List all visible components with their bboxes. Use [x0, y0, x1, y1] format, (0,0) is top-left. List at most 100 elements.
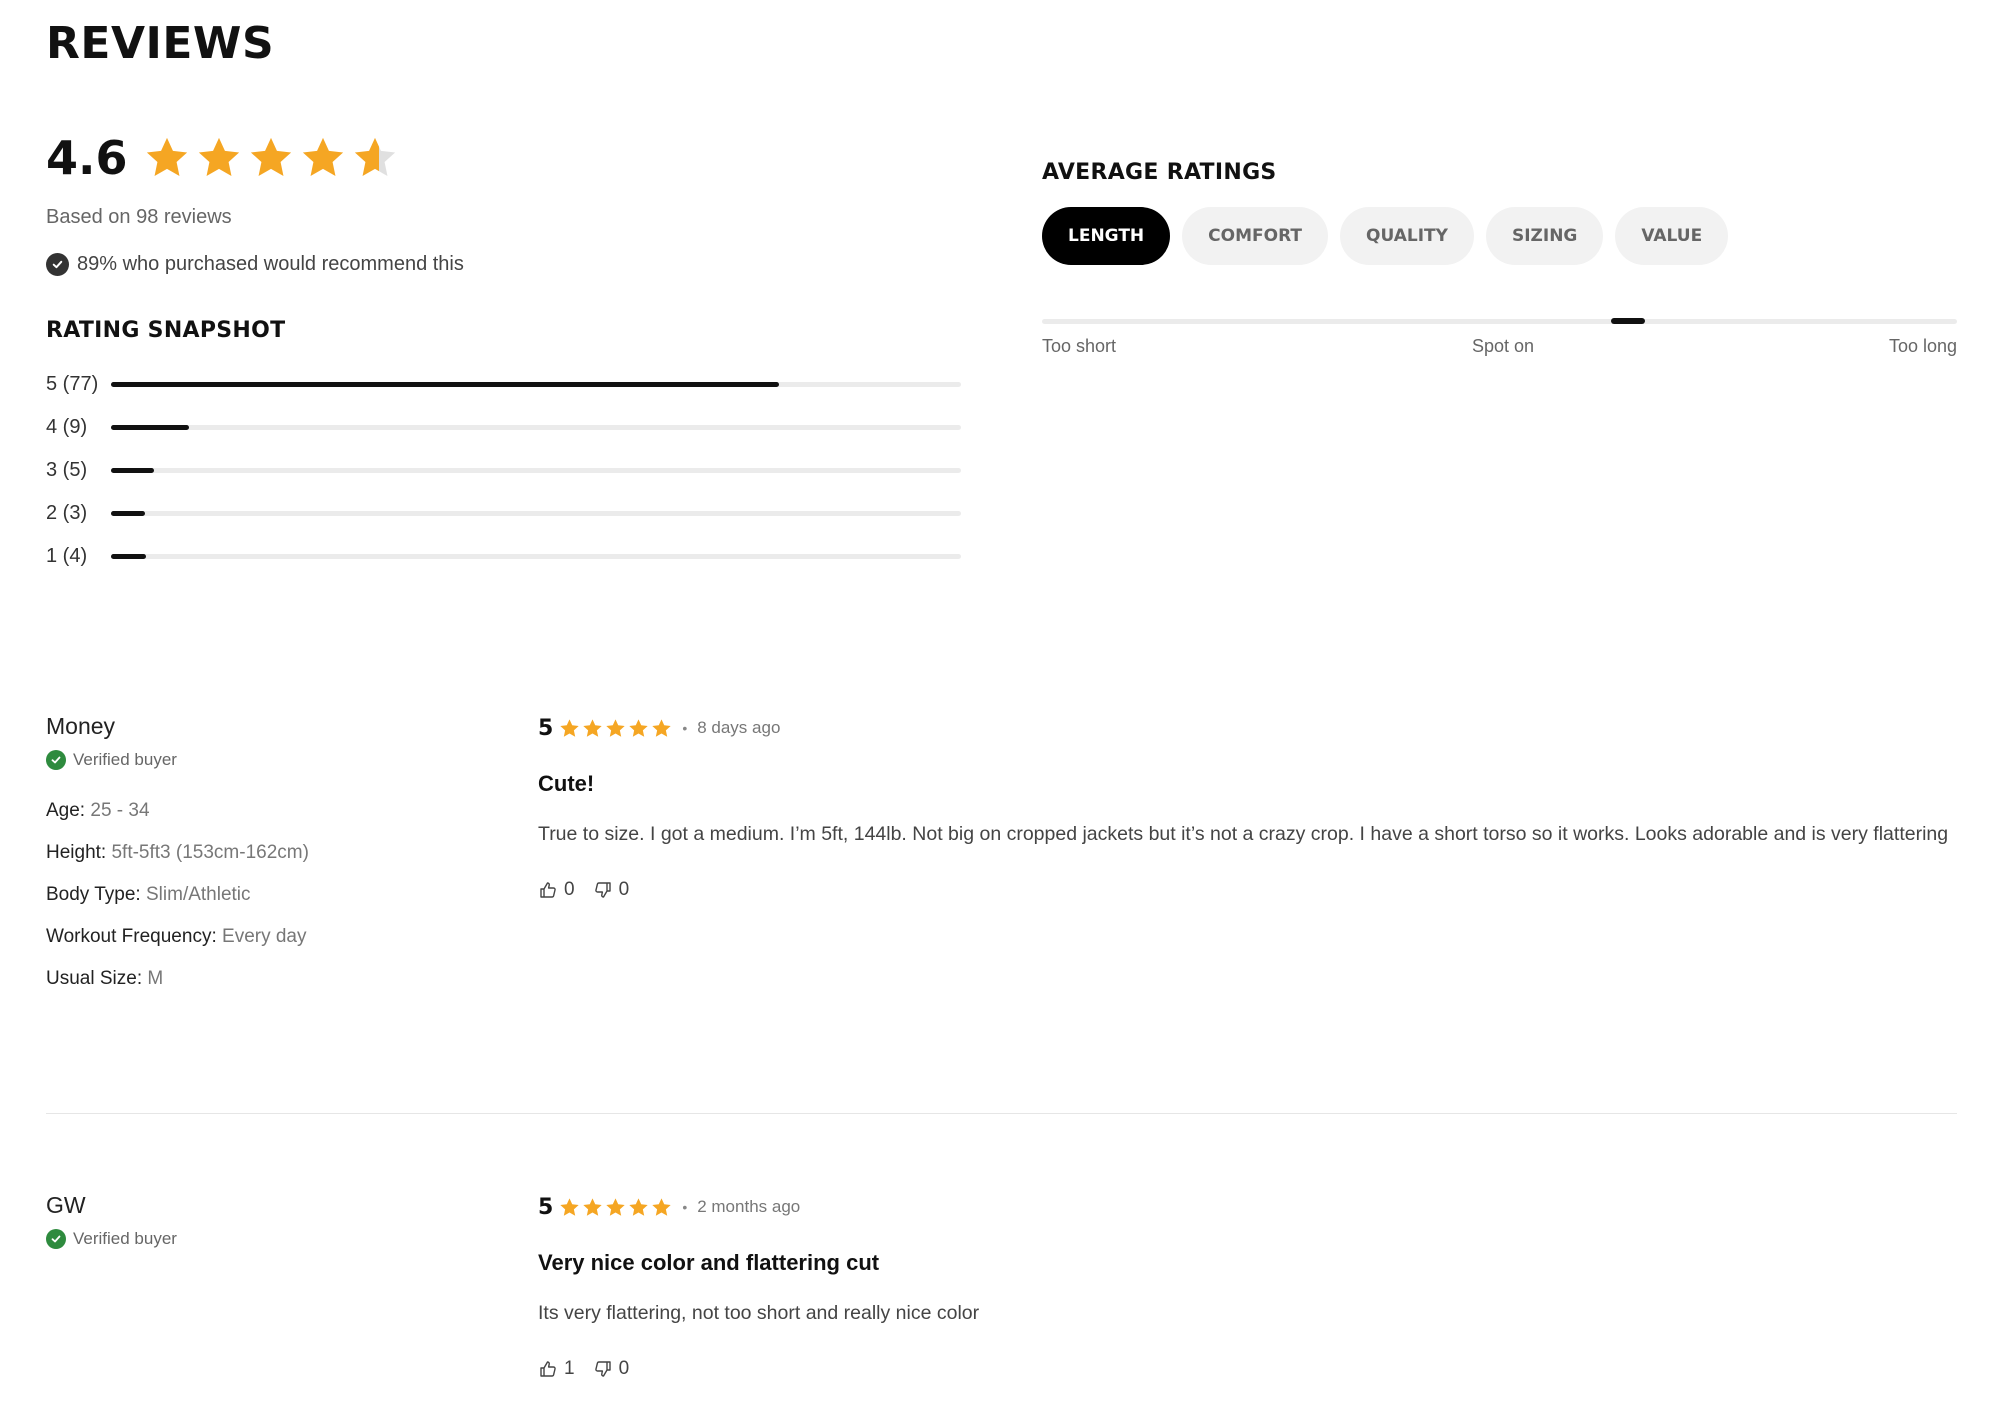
thumbs-down-icon: [594, 1361, 611, 1377]
snapshot-fill: [111, 554, 146, 559]
star-icon: [560, 718, 579, 737]
attribute-value: 25 - 34: [90, 800, 150, 821]
tab-comfort[interactable]: COMFORT: [1182, 207, 1328, 265]
star-icon: [250, 137, 291, 177]
overall-score: 4.6: [46, 131, 128, 185]
thumbs-down-icon: [594, 882, 611, 898]
recommend-stat: 89% who purchased would recommend this: [46, 253, 966, 276]
star-icon: [652, 1197, 671, 1216]
helpful-yes-button[interactable]: 1: [538, 1358, 575, 1380]
helpful-yes-button[interactable]: 0: [538, 879, 575, 901]
review-content: 5 • 2 months ago Very nice color and fla…: [538, 1192, 1957, 1380]
scale-marker: [1610, 318, 1645, 324]
recommend-text: 89% who purchased would recommend this: [77, 253, 464, 275]
attribute-age: Age: 25 - 34: [46, 800, 466, 842]
snapshot-fill: [111, 382, 779, 387]
star-icon: [652, 718, 671, 737]
separator-dot: •: [682, 720, 688, 736]
reviewer-attributes: Age: 25 - 34 Height: 5ft-5ft3 (153cm-162…: [46, 800, 466, 1010]
snapshot-fill: [111, 425, 190, 430]
reviewer-name: GW: [46, 1192, 86, 1218]
overall-stars: [144, 135, 398, 181]
attribute-usual-size: Usual Size: M: [46, 968, 466, 1010]
average-ratings-title: AVERAGE RATINGS: [1042, 160, 1277, 185]
helpful-no-button[interactable]: 0: [593, 1358, 630, 1380]
verified-check-icon: [46, 1229, 66, 1249]
review-votes: 0 0: [538, 879, 1957, 901]
review-rating: 5: [538, 715, 554, 741]
star-icon: [302, 137, 343, 177]
rating-summary: 4.6 Based on 98 reviews 89% who purchase…: [46, 128, 966, 578]
attribute-workout-frequency: Workout Frequency: Every day: [46, 926, 466, 968]
verified-label: Verified buyer: [73, 1229, 177, 1248]
star-icon: [583, 1197, 602, 1216]
attribute-label: Usual Size:: [46, 968, 143, 989]
length-scale: [1042, 318, 1957, 324]
star-icon: [198, 137, 239, 177]
thumbs-up-icon: [540, 882, 556, 898]
review-content: 5 • 8 days ago Cute! True to size. I got…: [538, 713, 1957, 901]
verified-badge: Verified buyer: [46, 1229, 466, 1249]
attribute-label: Body Type:: [46, 884, 141, 905]
average-ratings-tabs: LENGTH COMFORT QUALITY SIZING VALUE: [1042, 207, 1957, 265]
reviewer-info: GW Verified buyer: [46, 1192, 466, 1249]
scale-label-left: Too short: [1042, 336, 1117, 356]
snapshot-label: 3 (5): [46, 459, 88, 481]
snapshot-row-5[interactable]: 5 (77): [46, 363, 966, 406]
attribute-label: Workout Frequency:: [46, 926, 217, 947]
reviews-page: REVIEWS 4.6 Based on 98 reviews 89% who …: [46, 0, 1957, 1404]
helpful-yes-count: 0: [564, 879, 575, 900]
snapshot-fill: [111, 511, 145, 516]
helpful-no-count: 0: [618, 879, 630, 900]
review-meta: 5 • 8 days ago: [538, 713, 1957, 743]
verified-check-icon: [46, 750, 66, 770]
snapshot-row-2[interactable]: 2 (3): [46, 492, 966, 535]
reviewer-name: Money: [46, 713, 116, 739]
separator-dot: •: [682, 1199, 688, 1215]
snapshot-track: [111, 468, 961, 473]
review-body: Its very flattering, not too short and r…: [538, 1302, 980, 1324]
scale-label-middle: Spot on: [1472, 336, 1535, 356]
snapshot-label: 2 (3): [46, 502, 88, 524]
verified-label: Verified buyer: [73, 750, 177, 769]
attribute-label: Height:: [46, 842, 107, 863]
attribute-value: Every day: [222, 926, 307, 947]
scale-labels: Too short Spot on Too long: [1042, 336, 1957, 360]
review-meta: 5 • 2 months ago: [538, 1192, 1957, 1222]
snapshot-track: [111, 382, 961, 387]
snapshot-label: 1 (4): [46, 545, 88, 567]
tab-value[interactable]: VALUE: [1615, 207, 1729, 265]
helpful-yes-count: 1: [564, 1358, 575, 1379]
snapshot-list: 5 (77) 4 (9) 3 (5) 2 (3) 1 (4): [46, 363, 966, 578]
tab-quality[interactable]: QUALITY: [1340, 207, 1474, 265]
tab-length[interactable]: LENGTH: [1042, 207, 1171, 265]
review-title: Very nice color and flattering cut: [538, 1250, 880, 1275]
star-icon: [146, 137, 187, 177]
star-icon: [560, 1197, 579, 1216]
attribute-label: Age:: [46, 800, 86, 821]
snapshot-row-4[interactable]: 4 (9): [46, 406, 966, 449]
attribute-body-type: Body Type: Slim/Athletic: [46, 884, 466, 926]
review-date: 2 months ago: [697, 1197, 801, 1216]
verified-badge: Verified buyer: [46, 750, 466, 770]
snapshot-row-3[interactable]: 3 (5): [46, 449, 966, 492]
reviewer-info: Money Verified buyer Age: 25 - 34 Height…: [46, 713, 466, 1010]
page-title: REVIEWS: [46, 18, 275, 69]
snapshot-label: 5 (77): [46, 373, 99, 395]
checkmark-icon: [46, 253, 69, 276]
tab-sizing[interactable]: SIZING: [1485, 207, 1604, 265]
attribute-height: Height: 5ft-5ft3 (153cm-162cm): [46, 842, 466, 884]
helpful-no-count: 0: [618, 1358, 630, 1379]
scale-label-right: Too long: [1888, 336, 1957, 356]
review-date: 8 days ago: [697, 718, 781, 737]
review-body: True to size. I got a medium. I’m 5ft, 1…: [538, 823, 1949, 845]
average-ratings: AVERAGE RATINGS LENGTH COMFORT QUALITY S…: [1042, 160, 1957, 360]
review-title: Cute!: [538, 771, 595, 796]
attribute-value: 5ft-5ft3 (153cm-162cm): [111, 842, 309, 863]
helpful-no-button[interactable]: 0: [593, 879, 630, 901]
overall-score-row: 4.6: [46, 128, 966, 188]
snapshot-row-1[interactable]: 1 (4): [46, 535, 966, 578]
review-votes: 1 0: [538, 1358, 1957, 1380]
star-icon: [583, 718, 602, 737]
star-icon: [629, 1197, 648, 1216]
